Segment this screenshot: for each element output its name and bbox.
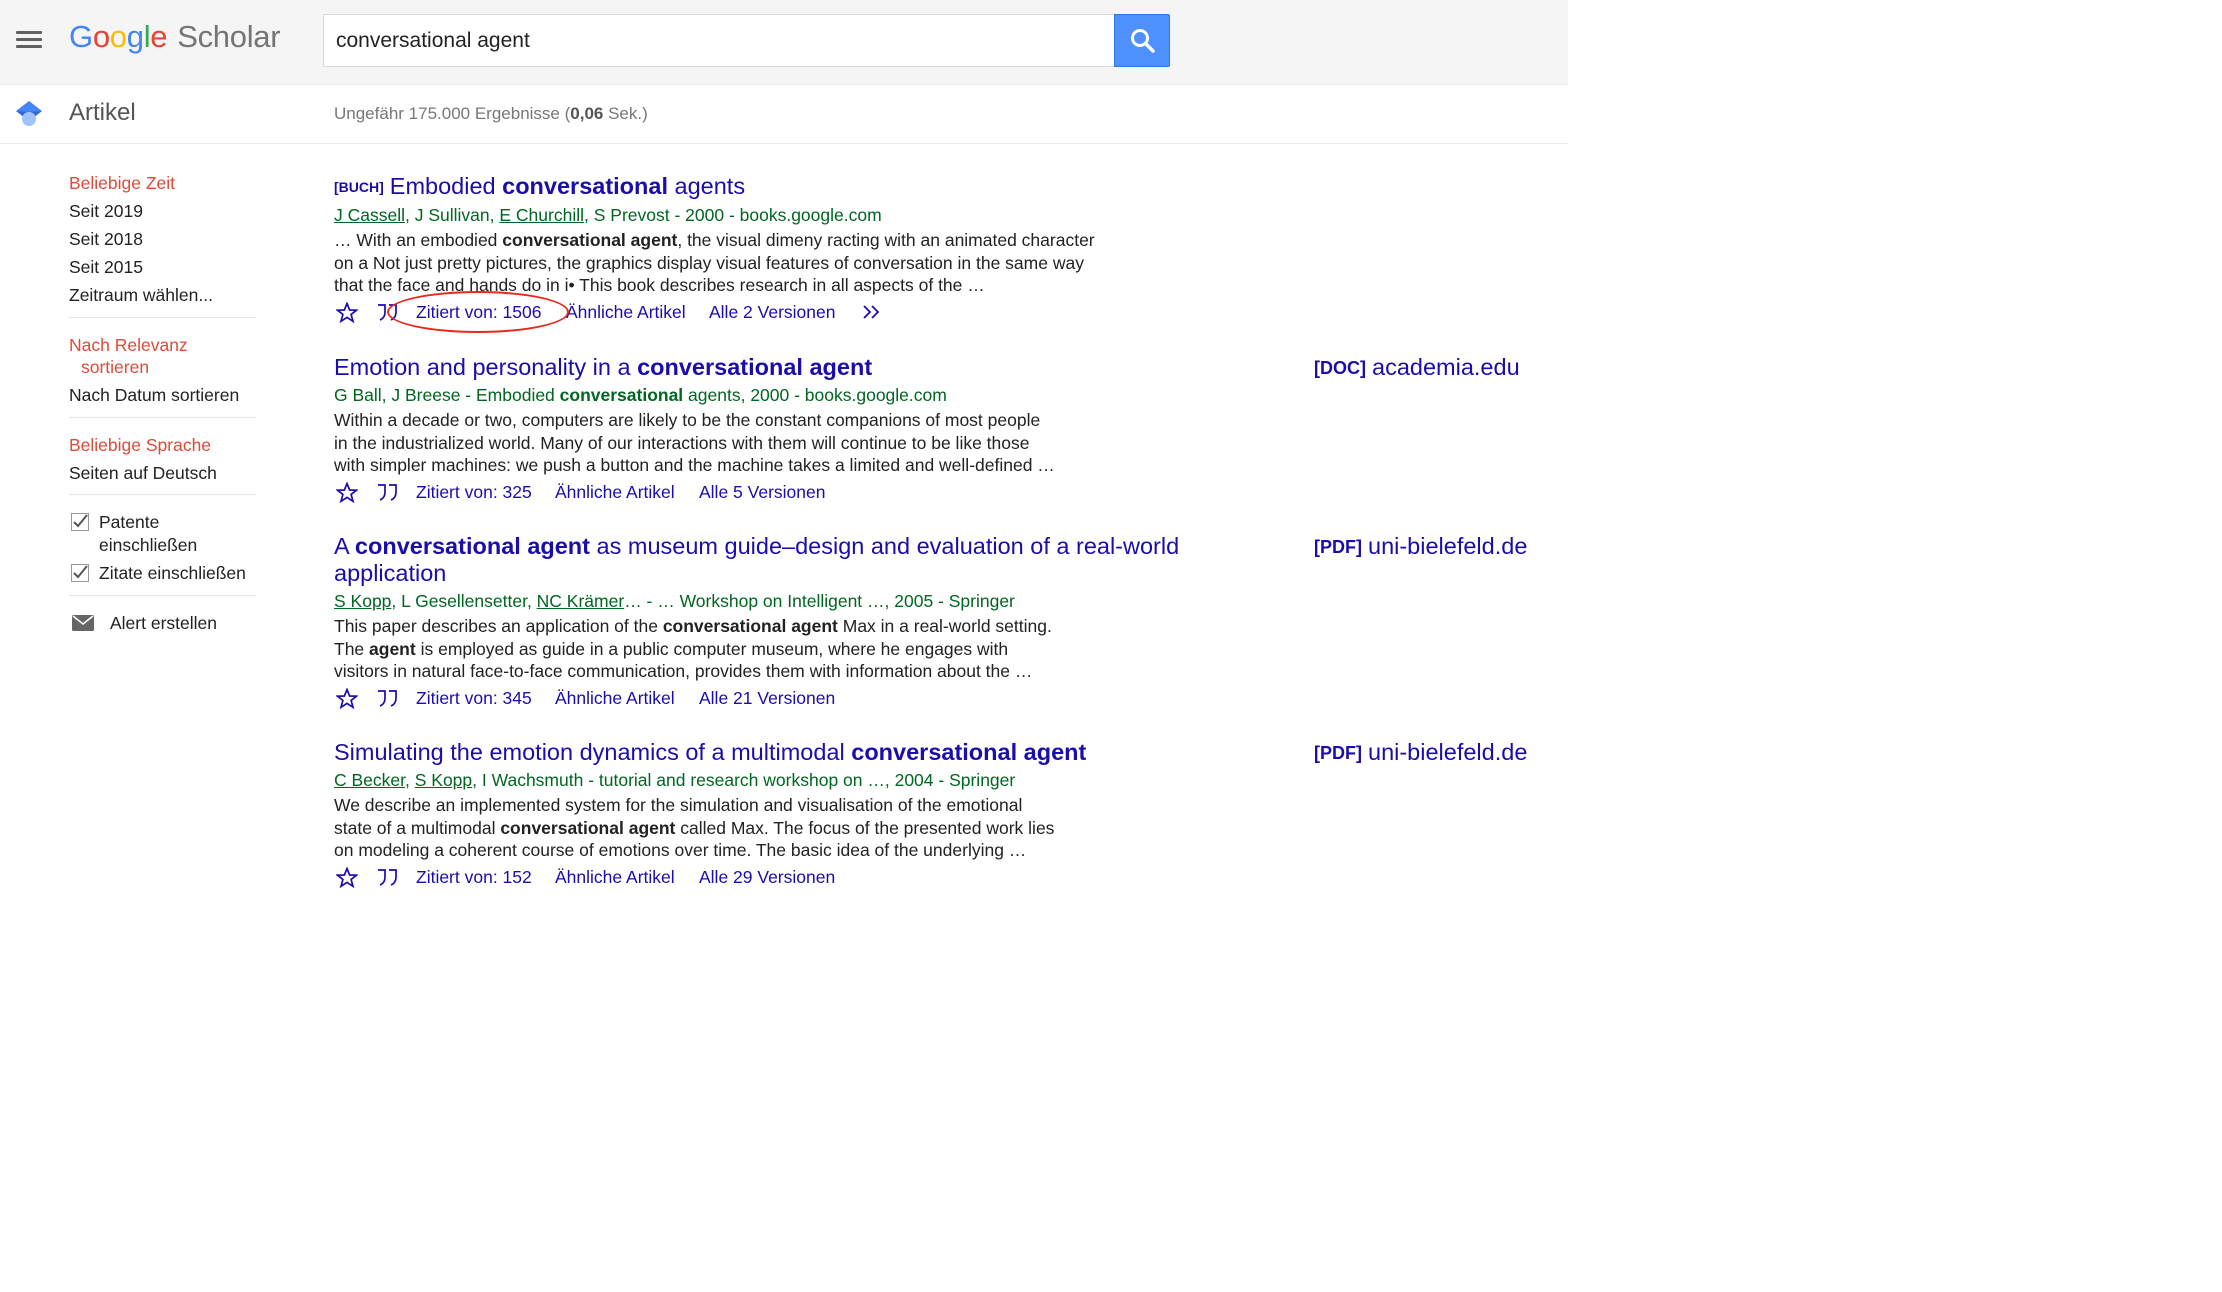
related-articles-link[interactable]: Ähnliche Artikel — [555, 481, 675, 503]
result-meta: J Cassell, J Sullivan, E Churchill, S Pr… — [334, 205, 882, 225]
author-link[interactable]: S Kopp — [415, 770, 472, 790]
graduation-cap-icon — [16, 101, 42, 126]
time-any[interactable]: Beliebige Zeit — [69, 172, 256, 195]
star-icon[interactable] — [336, 687, 358, 709]
result-title[interactable]: Emotion and personality in a conversatio… — [334, 354, 1214, 381]
result-stats: Ungefähr 175.000 Ergebnisse (0,06 Sek.) — [334, 104, 648, 123]
sort-relevance-line2: sortieren — [81, 357, 150, 377]
file-type-tag: [PDF] — [1314, 537, 1362, 557]
search-icon — [1131, 29, 1155, 53]
result-item: Emotion and personality in a conversatio… — [334, 354, 1568, 505]
cite-quote-icon[interactable] — [376, 688, 400, 708]
source-site: uni-bielefeld.de — [1368, 739, 1528, 765]
search-input[interactable] — [336, 27, 1096, 55]
create-alert[interactable]: Alert erstellen — [69, 612, 256, 634]
result-title[interactable]: [BUCH] Embodied conversational agents — [334, 173, 1214, 201]
include-citations-checkbox[interactable]: Zitate einschließen — [69, 562, 256, 585]
cited-by-link[interactable]: Zitiert von: 345 — [416, 687, 532, 709]
result-meta: S Kopp, L Gesellensetter, NC Krämer… - …… — [334, 591, 1015, 611]
sort-relevance[interactable]: Nach Relevanz sortieren — [69, 334, 256, 379]
menu-icon[interactable] — [14, 29, 44, 51]
time-since-2019[interactable]: Seit 2019 — [69, 200, 256, 223]
sort-date[interactable]: Nach Datum sortieren — [69, 384, 256, 407]
file-type-tag: [PDF] — [1314, 743, 1362, 763]
full-text-link[interactable]: [PDF] uni-bielefeld.de — [1314, 739, 1527, 767]
time-since-2015[interactable]: Seit 2015 — [69, 256, 256, 279]
cited-by-link[interactable]: Zitiert von: 1506 — [416, 301, 541, 323]
time-custom-range[interactable]: Zeitraum wählen... — [69, 284, 256, 307]
include-patents-checkbox[interactable]: Patente einschließen — [69, 511, 256, 556]
cited-by-link[interactable]: Zitiert von: 325 — [416, 481, 532, 503]
result-item: [BUCH] Embodied conversational agents J C… — [334, 173, 1568, 325]
sub-bar: Artikel Ungefähr 175.000 Ergebnisse (0,0… — [0, 85, 1568, 144]
divider — [69, 316, 256, 318]
include-patents-label-1: Patente — [99, 512, 160, 532]
create-alert-label: Alert erstellen — [110, 612, 217, 633]
time-since-2018[interactable]: Seit 2018 — [69, 228, 256, 251]
result-actions: Zitiert von: 345 Ähnliche Artikel Alle 2… — [334, 687, 1568, 711]
result-actions: Zitiert von: 152 Ähnliche Artikel Alle 2… — [334, 866, 1568, 890]
result-item: A conversational agent as museum guide–d… — [334, 533, 1568, 711]
cite-quote-icon[interactable] — [376, 867, 400, 887]
include-citations-label: Zitate einschließen — [99, 563, 246, 583]
logo-google: Google — [69, 19, 168, 54]
author-link[interactable]: S Kopp — [334, 591, 391, 611]
result-meta: C Becker, S Kopp, I Wachsmuth - tutorial… — [334, 770, 1016, 790]
cite-quote-icon[interactable] — [376, 302, 400, 322]
related-articles-link[interactable]: Ähnliche Artikel — [555, 687, 675, 709]
cited-by-link[interactable]: Zitiert von: 152 — [416, 866, 532, 888]
top-bar: Google Scholar — [0, 0, 1568, 85]
related-articles-link[interactable]: Ähnliche Artikel — [566, 301, 686, 323]
google-scholar-logo[interactable]: Google Scholar — [69, 19, 281, 55]
divider — [69, 594, 256, 596]
more-chevron-icon[interactable] — [861, 302, 885, 322]
file-type-tag: [DOC] — [1314, 358, 1366, 378]
result-snippet: … With an embodied conversational agent,… — [334, 230, 1095, 295]
author-link[interactable]: J Cassell — [334, 205, 405, 225]
source-site: academia.edu — [1372, 354, 1520, 380]
section-title: Artikel — [69, 99, 136, 126]
result-item: Simulating the emotion dynamics of a mul… — [334, 739, 1568, 890]
star-icon[interactable] — [336, 481, 358, 503]
result-meta: G Ball, J Breese - Embodied conversation… — [334, 385, 947, 405]
checkmark-icon — [71, 564, 89, 582]
all-versions-link[interactable]: Alle 2 Versionen — [709, 301, 835, 323]
include-patents-label-2: einschließen — [99, 534, 198, 555]
result-type-tag: [BUCH] — [334, 179, 384, 195]
language-german[interactable]: Seiten auf Deutsch — [69, 462, 256, 485]
star-icon[interactable] — [336, 301, 358, 323]
filter-sidebar: Beliebige Zeit Seit 2019 Seit 2018 Seit … — [69, 172, 256, 634]
divider — [69, 416, 256, 418]
author-link[interactable]: NC Krämer — [537, 591, 625, 611]
related-articles-link[interactable]: Ähnliche Artikel — [555, 866, 675, 888]
result-title[interactable]: Simulating the emotion dynamics of a mul… — [334, 739, 1214, 766]
logo-scholar: Scholar — [177, 19, 281, 54]
author-name: S Prevost — [593, 205, 670, 225]
result-actions: Zitiert von: 325 Ähnliche Artikel Alle 5… — [334, 481, 1568, 505]
sort-relevance-line1: Nach Relevanz — [69, 334, 188, 355]
author-name: J Sullivan — [414, 205, 490, 225]
result-snippet: We describe an implemented system for th… — [334, 795, 1055, 860]
star-icon[interactable] — [336, 866, 358, 888]
source-site: uni-bielefeld.de — [1368, 533, 1528, 559]
author-link[interactable]: C Becker — [334, 770, 405, 790]
divider — [69, 494, 256, 495]
all-versions-link[interactable]: Alle 29 Versionen — [699, 866, 835, 888]
search-button[interactable] — [1114, 14, 1170, 67]
language-any[interactable]: Beliebige Sprache — [69, 434, 256, 457]
result-snippet: Within a decade or two, computers are li… — [334, 410, 1055, 475]
full-text-link[interactable]: [DOC] academia.edu — [1314, 354, 1520, 382]
full-text-link[interactable]: [PDF] uni-bielefeld.de — [1314, 533, 1527, 561]
result-snippet: This paper describes an application of t… — [334, 616, 1052, 681]
search-box — [323, 14, 1114, 67]
result-title[interactable]: A conversational agent as museum guide–d… — [334, 533, 1214, 587]
checkmark-icon — [71, 513, 89, 531]
result-actions: Zitiert von: 1506 Ähnliche Artikel Alle … — [334, 301, 1568, 325]
author-link[interactable]: E Churchill — [499, 205, 584, 225]
all-versions-link[interactable]: Alle 21 Versionen — [699, 687, 835, 709]
envelope-icon — [72, 614, 94, 631]
all-versions-link[interactable]: Alle 5 Versionen — [699, 481, 825, 503]
cite-quote-icon[interactable] — [376, 482, 400, 502]
